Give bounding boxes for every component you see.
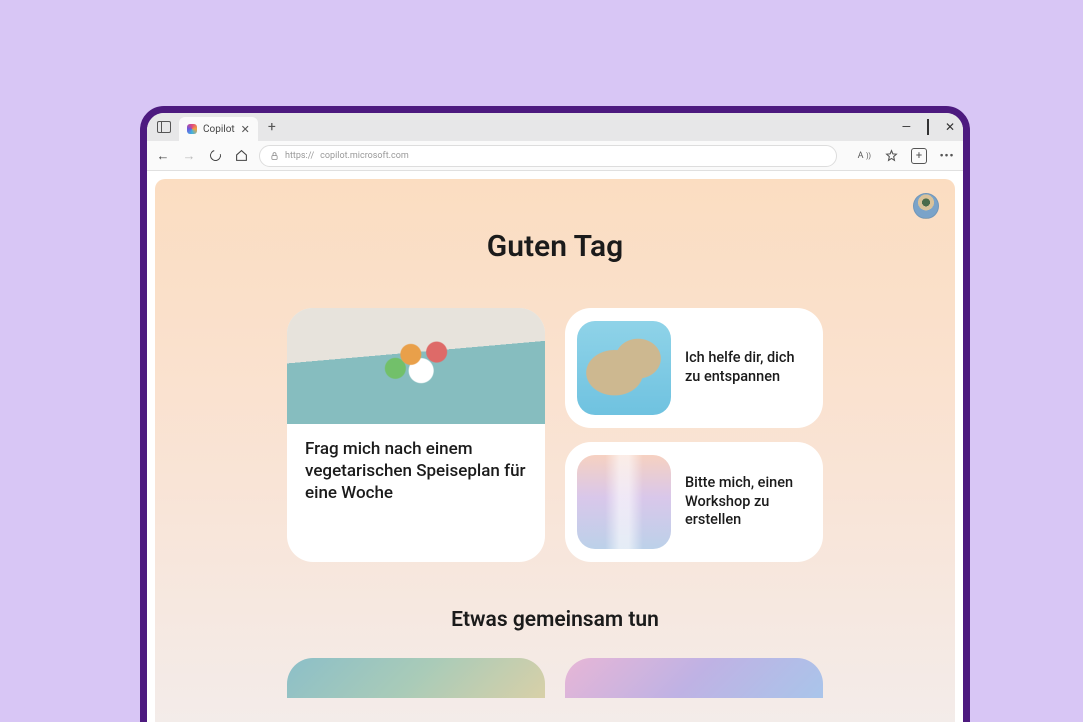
card-peek-2-image	[565, 658, 823, 698]
toolbar: ← → https:// copilot.microsoft.com A)) + …	[147, 141, 963, 171]
url-host: copilot.microsoft.com	[320, 151, 409, 161]
tab-title: Copilot	[203, 124, 235, 135]
card-workshop-label: Bitte mich, einen Workshop zu erstellen	[685, 474, 811, 531]
new-tab-button[interactable]: +	[268, 119, 276, 135]
card-peek-1-image	[287, 658, 545, 698]
collections-button[interactable]: +	[911, 148, 927, 164]
toolbar-right: A)) + •••	[855, 148, 955, 164]
suggestion-cards: Frag mich nach einem vegetarischen Speis…	[155, 308, 955, 562]
refresh-button[interactable]	[207, 148, 223, 164]
window-close-button[interactable]: ✕	[945, 120, 955, 134]
card-workshop[interactable]: Bitte mich, einen Workshop zu erstellen	[565, 442, 823, 562]
backdrop: Copilot ✕ + — ✕ ← → https://copilot.mi	[14, 14, 1069, 722]
tab-overview-icon[interactable]	[157, 121, 171, 133]
window-minimize-button[interactable]: —	[902, 120, 911, 134]
copilot-page: Guten Tag Frag mich nach einem vegetaris…	[155, 179, 955, 722]
card-peek-2[interactable]	[565, 658, 823, 698]
card-relax[interactable]: Ich helfe dir, dich zu entspannen	[565, 308, 823, 428]
section-heading: Etwas gemeinsam tun	[155, 608, 955, 632]
copilot-favicon-icon	[187, 124, 197, 134]
card-relax-image	[577, 321, 671, 415]
card-side-column: Ich helfe dir, dich zu entspannen Bitte …	[565, 308, 823, 562]
avatar[interactable]	[913, 193, 939, 219]
browser-window: Copilot ✕ + — ✕ ← → https://copilot.mi	[140, 106, 970, 722]
together-cards	[155, 658, 955, 698]
tab-close-button[interactable]: ✕	[241, 123, 250, 136]
card-meal-plan-image	[287, 308, 545, 424]
card-meal-plan[interactable]: Frag mich nach einem vegetarischen Speis…	[287, 308, 545, 562]
home-button[interactable]	[233, 148, 249, 164]
card-workshop-image	[577, 455, 671, 549]
window-controls: — ✕	[902, 113, 955, 141]
card-meal-plan-label: Frag mich nach einem vegetarischen Speis…	[287, 424, 545, 510]
page-title: Guten Tag	[155, 229, 955, 264]
url-scheme: https://	[285, 151, 314, 161]
forward-button[interactable]: →	[181, 148, 197, 164]
tab-bar: Copilot ✕ + — ✕	[147, 113, 963, 141]
lock-icon	[270, 151, 279, 161]
tab-copilot[interactable]: Copilot ✕	[179, 117, 258, 141]
viewport: Guten Tag Frag mich nach einem vegetaris…	[147, 171, 963, 722]
card-relax-label: Ich helfe dir, dich zu entspannen	[685, 349, 811, 387]
read-aloud-button[interactable]: A))	[855, 148, 871, 164]
window-maximize-button[interactable]	[927, 120, 929, 134]
favorites-button[interactable]	[883, 148, 899, 164]
back-button[interactable]: ←	[155, 148, 171, 164]
card-peek-1[interactable]	[287, 658, 545, 698]
address-bar[interactable]: https:// copilot.microsoft.com	[259, 145, 837, 167]
more-menu-button[interactable]: •••	[939, 148, 955, 164]
